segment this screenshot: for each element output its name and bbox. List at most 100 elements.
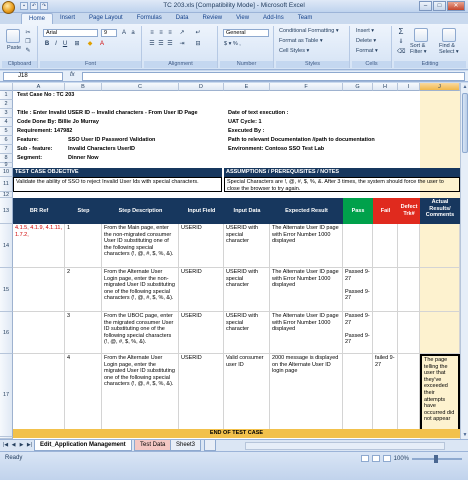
step2-input-field[interactable]: USERID — [179, 268, 224, 312]
fill-color-icon[interactable]: ◆ — [86, 40, 94, 48]
align-left-icon[interactable]: ☰ — [148, 40, 156, 48]
sort-filter-button[interactable]: Sort & Filter ▾ — [410, 43, 427, 55]
format-cells-button[interactable]: Format ▾ — [356, 48, 378, 54]
step3-actual[interactable] — [420, 312, 460, 354]
step2-actual[interactable] — [420, 268, 460, 312]
step4-br-ref[interactable] — [13, 354, 65, 437]
step1-br-ref[interactable]: 4.1.5, 4.1.9, 4.1.11, 1.7.2, — [13, 224, 65, 268]
row-header-3[interactable]: 3 — [0, 109, 13, 118]
tab-data[interactable]: Data — [169, 13, 196, 24]
column-header-j[interactable]: J — [420, 83, 460, 91]
column-header-g[interactable]: G — [343, 83, 373, 91]
copy-icon[interactable]: ❐ — [24, 38, 32, 46]
step4-fail[interactable]: failed 9-27 — [373, 354, 398, 437]
name-box[interactable]: J18 — [3, 72, 63, 81]
step3-input-field[interactable]: USERID — [179, 312, 224, 354]
indent-icon[interactable]: ⇥ — [178, 40, 186, 48]
row-header-14[interactable]: 14 — [0, 224, 13, 268]
number-format-select[interactable]: General — [223, 29, 269, 37]
first-sheet-icon[interactable]: |◀ — [2, 442, 9, 449]
step3-defect[interactable] — [398, 312, 420, 354]
tab-review[interactable]: Review — [195, 13, 229, 24]
step1-expected[interactable]: The Alternate User ID page with Error Nu… — [270, 224, 343, 268]
format-painter-icon[interactable]: ✎ — [24, 47, 32, 55]
step2-br-ref[interactable] — [13, 268, 65, 312]
worksheet-grid[interactable]: A B C D E F G H I J 1 2 3 4 5 6 7 8 9 10… — [0, 83, 460, 439]
page-break-view-icon[interactable] — [382, 455, 391, 462]
row-header-16[interactable]: 16 — [0, 312, 13, 354]
orientation-icon[interactable]: ↗ — [178, 29, 186, 37]
last-sheet-icon[interactable]: ▶| — [26, 442, 33, 449]
step2-defect[interactable] — [398, 268, 420, 312]
zoom-slider-handle[interactable] — [434, 454, 438, 463]
normal-view-icon[interactable] — [360, 455, 369, 462]
step4-pass[interactable] — [343, 354, 373, 437]
row-header-10[interactable]: 10 — [0, 168, 13, 177]
paste-icon[interactable] — [6, 29, 20, 43]
align-right-icon[interactable]: ☰ — [166, 40, 174, 48]
scroll-up-icon[interactable]: ▲ — [461, 83, 468, 91]
step1-description[interactable]: From the Main page, enter the non-migrat… — [102, 224, 179, 268]
tab-view[interactable]: View — [229, 13, 256, 24]
formula-input[interactable] — [82, 72, 465, 81]
column-header-h[interactable]: H — [373, 83, 398, 91]
step2-fail[interactable] — [373, 268, 398, 312]
step3-description[interactable]: From the UBOC page, enter the migrated c… — [102, 312, 179, 354]
row-header-11[interactable]: 11 — [0, 177, 13, 192]
scroll-thumb[interactable] — [462, 93, 468, 153]
find-select-icon[interactable] — [442, 28, 456, 42]
bold-icon[interactable]: B — [43, 40, 51, 48]
column-header-b[interactable]: B — [65, 83, 102, 91]
paste-button[interactable]: Paste — [7, 45, 21, 51]
step3-fail[interactable] — [373, 312, 398, 354]
step3-input-data[interactable]: USERID with special character — [224, 312, 270, 354]
step2-number[interactable]: 2 — [65, 268, 102, 312]
column-header-e[interactable]: E — [224, 83, 270, 91]
merge-center-icon[interactable]: ⊟ — [194, 40, 202, 48]
page-layout-view-icon[interactable] — [371, 455, 380, 462]
column-header-i[interactable]: I — [398, 83, 420, 91]
step1-input-data[interactable]: USERID with special character — [224, 224, 270, 268]
row-header-7[interactable]: 7 — [0, 145, 13, 154]
autosum-icon[interactable]: Σ — [397, 28, 405, 36]
step4-input-field[interactable]: USERID — [179, 354, 224, 437]
step4-description[interactable]: From the Alternate User Login page, ente… — [102, 354, 179, 437]
select-all-corner[interactable] — [0, 83, 13, 91]
row-header-2[interactable]: 2 — [0, 100, 13, 109]
clear-icon[interactable]: ⌫ — [397, 48, 405, 56]
insert-cells-button[interactable]: Insert ▾ — [356, 28, 374, 34]
tab-home[interactable]: Home — [21, 13, 54, 24]
tab-add-ins[interactable]: Add-Ins — [256, 13, 291, 24]
fill-icon[interactable]: ⇓ — [397, 38, 405, 46]
step4-actual[interactable]: The page telling the user that they've e… — [420, 354, 460, 437]
borders-icon[interactable]: ⊞ — [73, 40, 81, 48]
row-header-4[interactable]: 4 — [0, 118, 13, 127]
find-select-button[interactable]: Find & Select ▾ — [439, 43, 459, 55]
row-header-6[interactable]: 6 — [0, 136, 13, 145]
row-header-15[interactable]: 15 — [0, 268, 13, 312]
step1-fail[interactable] — [373, 224, 398, 268]
tab-formulas[interactable]: Formulas — [130, 13, 169, 24]
step4-input-data[interactable]: Valid consumer user ID — [224, 354, 270, 437]
grow-font-icon[interactable]: A — [120, 29, 128, 37]
align-bottom-icon[interactable]: ≡ — [166, 29, 174, 37]
italic-icon[interactable]: I — [52, 40, 60, 48]
tab-page-layout[interactable]: Page Layout — [82, 13, 130, 24]
wrap-text-icon[interactable]: ↵ — [194, 29, 202, 37]
step2-input-data[interactable]: USERID with special character — [224, 268, 270, 312]
scroll-down-icon[interactable]: ▼ — [461, 431, 468, 439]
font-color-icon[interactable]: A — [98, 40, 106, 48]
font-name-select[interactable]: Arial — [43, 29, 98, 37]
step2-description[interactable]: From the Alternate User Login page, ente… — [102, 268, 179, 312]
sheet-tab-test-data[interactable]: Test Data — [134, 440, 172, 451]
row-header-17[interactable]: 17 — [0, 354, 13, 437]
minimize-button[interactable]: – — [419, 1, 432, 11]
step1-pass[interactable] — [343, 224, 373, 268]
underline-icon[interactable]: U — [61, 40, 69, 48]
step2-pass[interactable]: Passed 9-27 Passed 9-27 — [343, 268, 373, 312]
close-button[interactable]: ✕ — [447, 1, 465, 11]
sheet-tab-edit-application-management[interactable]: Edit_Application Management — [34, 440, 132, 451]
step3-br-ref[interactable] — [13, 312, 65, 354]
row-header-1[interactable]: 1 — [0, 91, 13, 100]
step3-expected[interactable]: The Alternate User ID page with Error Nu… — [270, 312, 343, 354]
